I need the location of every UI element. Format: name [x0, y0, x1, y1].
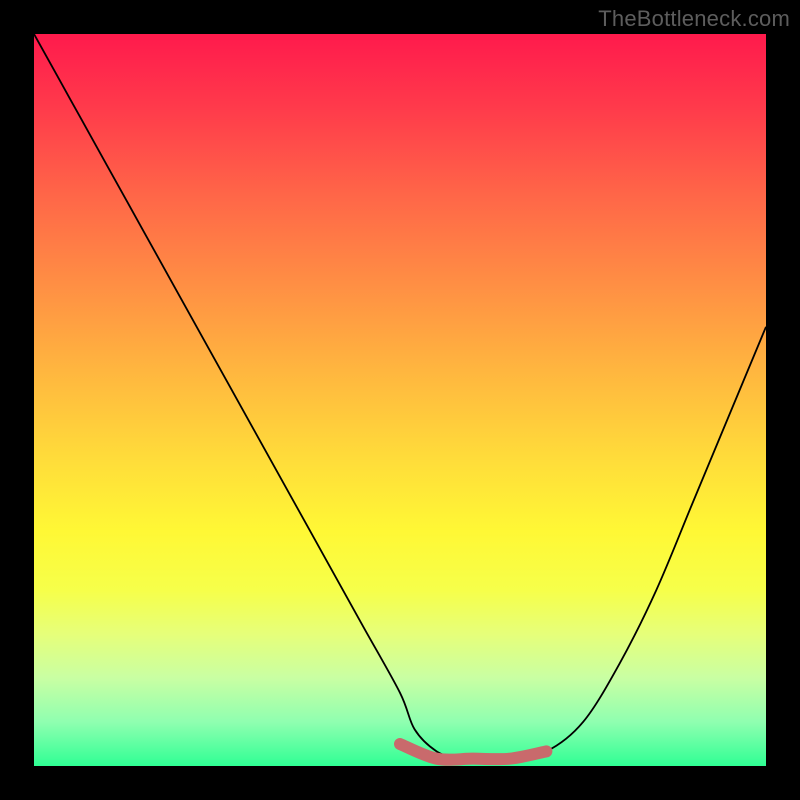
chart-frame: TheBottleneck.com — [0, 0, 800, 800]
optimal-highlight — [400, 744, 546, 760]
chart-svg — [34, 34, 766, 766]
watermark-text: TheBottleneck.com — [598, 6, 790, 32]
bottleneck-curve — [34, 34, 766, 759]
plot-area — [34, 34, 766, 766]
